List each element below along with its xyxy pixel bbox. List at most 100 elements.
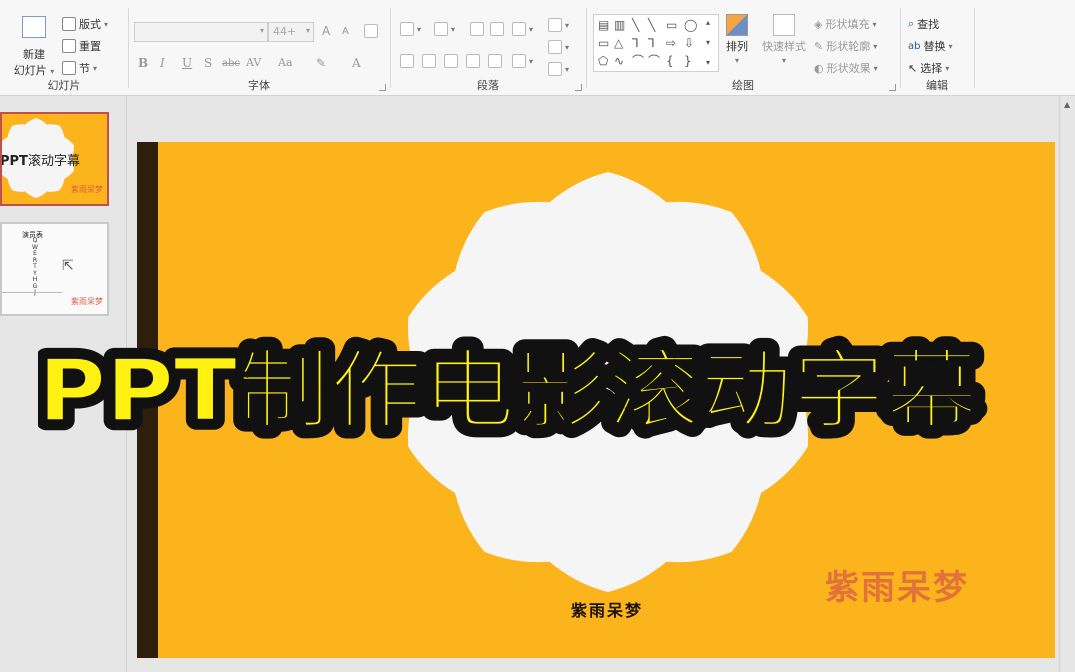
chevron-down-icon: ▾ <box>734 56 739 65</box>
layout-icon <box>62 17 76 31</box>
layout-button[interactable]: 版式 ▾ <box>62 16 108 32</box>
curve-shape-icon[interactable]: ⌒ <box>632 55 644 67</box>
vertical-scrollbar[interactable]: ▲ <box>1059 96 1075 672</box>
font-group-label: 字体 <box>248 79 270 92</box>
more-shapes-icon[interactable]: ▾ <box>706 57 710 69</box>
section-icon <box>62 61 76 75</box>
rectangle-shape-icon[interactable]: ▭ <box>666 19 677 31</box>
font-name-combo[interactable]: ▾ <box>134 22 268 42</box>
slide-thumbnail-1[interactable]: PPT滚动字幕 紫雨呆梦 <box>0 112 109 206</box>
search-icon: ⌕ <box>908 17 915 30</box>
vertical-textbox-shape-icon[interactable]: ▥ <box>614 19 625 31</box>
select-label: 选择 <box>920 62 943 75</box>
columns-icon[interactable]: ▾ <box>512 54 533 68</box>
section-button[interactable]: 节 ▾ <box>62 60 97 76</box>
new-slide-label-1: 新建 <box>23 48 45 61</box>
quick-styles-button[interactable]: 快速样式 ▾ <box>762 14 806 65</box>
slide-thumbnail-2[interactable]: 演员表 QWERTYHGJ ⇱ 紫雨呆梦 <box>0 222 109 316</box>
oval-shape-icon[interactable]: ◯ <box>684 19 697 31</box>
shape-outline-button[interactable]: ✎ 形状轮廓 ▾ <box>814 38 877 54</box>
highlight-icon[interactable]: ✎ <box>316 56 326 70</box>
shadow-button[interactable]: S <box>204 56 212 70</box>
replace-button[interactable]: ab 替换 ▾ <box>908 38 953 54</box>
rounded-rect-shape-icon[interactable]: ▭ <box>598 37 609 49</box>
find-button[interactable]: ⌕ 查找 <box>908 16 939 32</box>
chevron-down-icon: ▾ <box>945 63 950 73</box>
triangle-shape-icon[interactable]: △ <box>614 37 623 49</box>
align-right-icon[interactable] <box>444 54 458 68</box>
justify-icon[interactable] <box>466 54 480 68</box>
layout-label: 版式 <box>79 18 101 31</box>
scroll-up-icon[interactable]: ▲ <box>1064 100 1070 109</box>
cursor-icon: ↖ <box>908 61 918 75</box>
line2-shape-icon[interactable]: ╲ <box>648 19 655 31</box>
paragraph-dialog-launcher-icon[interactable] <box>575 84 582 91</box>
strikethrough-button[interactable]: abc <box>222 58 240 69</box>
font-dialog-launcher-icon[interactable] <box>379 84 386 91</box>
shape-effects-label: 形状效果 <box>826 62 871 75</box>
increase-indent-icon[interactable] <box>490 22 504 36</box>
chevron-down-icon: ▾ <box>873 41 878 51</box>
replace-label: 替换 <box>923 40 946 53</box>
right-brace-shape-icon[interactable]: } <box>684 55 692 67</box>
smartart-icon[interactable]: ▾ <box>548 62 569 76</box>
arrange-button[interactable]: 排列 ▾ <box>726 14 748 65</box>
group-divider <box>128 8 129 88</box>
reset-icon <box>62 39 76 53</box>
font-color-button[interactable]: A <box>352 56 361 70</box>
slides-group: 新建 幻灯片 ▾ 版式 ▾ 重置 节 ▾ 幻灯片 <box>0 4 128 94</box>
italic-button[interactable]: I <box>160 56 165 70</box>
align-center-icon[interactable] <box>422 54 436 68</box>
font-group: ▾ 44+ ▾ A A B I U S abc AV Aa ✎ A 字体 <box>130 4 388 94</box>
group-divider <box>974 8 975 88</box>
group-divider <box>900 8 901 88</box>
char-spacing-button[interactable]: AV <box>246 56 261 69</box>
textbox-shape-icon[interactable]: ▤ <box>598 19 609 31</box>
effects-icon: ◐ <box>814 61 824 75</box>
align-left-icon[interactable] <box>400 54 414 68</box>
right-arrow-shape-icon[interactable]: ⇨ <box>666 37 676 49</box>
chevron-down-icon[interactable]: ▾ <box>706 37 710 49</box>
align-text-icon[interactable]: ▾ <box>548 40 569 54</box>
paragraph-group-label: 段落 <box>477 79 499 92</box>
left-brace-shape-icon[interactable]: { <box>666 55 674 67</box>
new-slide-button[interactable]: 新建 幻灯片 ▾ <box>12 12 56 78</box>
cursor-icon: ⇱ <box>62 258 74 274</box>
decrease-indent-icon[interactable] <box>470 22 484 36</box>
drawing-dialog-launcher-icon[interactable] <box>889 84 896 91</box>
shape-effects-button[interactable]: ◐ 形状效果 ▾ <box>814 60 878 76</box>
distributed-icon[interactable] <box>488 54 502 68</box>
shape-fill-button[interactable]: ◈ 形状填充 ▾ <box>814 16 876 32</box>
grow-font-button[interactable]: A <box>322 24 330 38</box>
font-size-combo[interactable]: 44+ ▾ <box>268 22 314 42</box>
group-divider <box>586 8 587 88</box>
numbering-icon[interactable]: ▾ <box>434 22 455 36</box>
reset-button[interactable]: 重置 <box>62 38 101 54</box>
arrange-icon <box>726 14 748 36</box>
new-slide-icon <box>22 16 46 38</box>
shape-fill-label: 形状填充 <box>825 18 870 31</box>
section-label: 节 <box>79 62 90 75</box>
group-divider <box>390 8 391 88</box>
line-spacing-icon[interactable]: ▾ <box>512 22 533 36</box>
down-arrow-shape-icon[interactable]: ⇩ <box>684 37 694 49</box>
select-button[interactable]: ↖ 选择 ▾ <box>908 60 949 76</box>
shapes-gallery[interactable]: ▤ ▥ ╲ ╲ ▭ ◯ ▭ △ ⅂ ⅂ ⇨ ⇩ ⬠ ∿ ⌒ ⌒ { } ▴ ▾ … <box>593 14 719 72</box>
chevron-up-icon[interactable]: ▴ <box>706 17 710 29</box>
underline-button[interactable]: U <box>182 56 192 70</box>
freeform-shape-icon[interactable]: ∿ <box>614 55 624 67</box>
quick-styles-icon <box>773 14 795 36</box>
pentagon-shape-icon[interactable]: ⬠ <box>598 55 608 67</box>
text-direction-icon[interactable]: ▾ <box>548 18 569 32</box>
chevron-down-icon: ▾ <box>50 67 55 76</box>
elbow-connector-shape-icon[interactable]: ⅂ <box>632 37 639 49</box>
bold-button[interactable]: B <box>138 56 148 70</box>
arc-shape-icon[interactable]: ⌒ <box>648 55 660 67</box>
line-shape-icon[interactable]: ╲ <box>632 19 639 31</box>
elbow-arrow-shape-icon[interactable]: ⅂ <box>648 37 655 49</box>
slide-author: 紫雨呆梦 <box>570 601 643 620</box>
shrink-font-button[interactable]: A <box>342 26 349 37</box>
change-case-button[interactable]: Aa <box>278 56 293 69</box>
bullets-icon[interactable]: ▾ <box>400 22 421 36</box>
clear-format-icon[interactable] <box>364 24 378 38</box>
